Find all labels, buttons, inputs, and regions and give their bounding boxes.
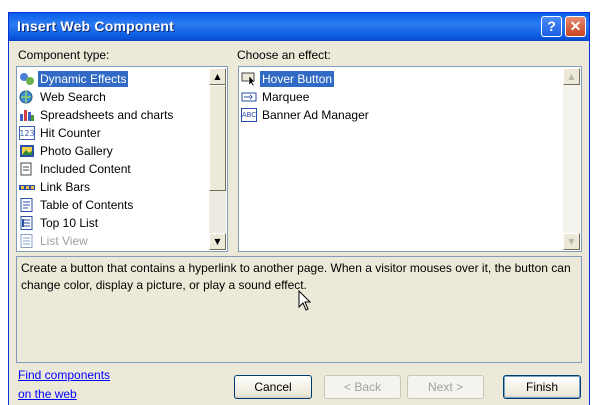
title-bar[interactable]: Insert Web Component ? ✕ [9, 13, 589, 41]
cancel-button[interactable]: Cancel [234, 375, 312, 399]
mouse-pointer-icon [298, 290, 312, 311]
photo-gallery-icon [19, 144, 35, 158]
list-view-icon [19, 234, 35, 248]
insert-web-component-dialog: Insert Web Component ? ✕ Component type:… [8, 12, 590, 405]
window-title: Insert Web Component [17, 18, 174, 34]
link-bars-icon [19, 180, 35, 194]
marquee-icon [241, 90, 257, 104]
next-button[interactable]: Next > [407, 375, 484, 399]
component-item-included-content[interactable]: Included Content [19, 160, 133, 178]
component-item-hit-counter[interactable]: 123 Hit Counter [19, 124, 103, 142]
effect-item-hover-button[interactable]: Hover Button [241, 70, 335, 88]
scroll-up-icon[interactable]: ▲ [209, 68, 226, 85]
component-list-scrollbar[interactable]: ▲ ▼ [209, 68, 226, 250]
on-the-web-link[interactable]: on the web [18, 387, 77, 401]
included-content-icon [19, 162, 35, 176]
globe-search-icon [19, 90, 35, 104]
table-of-contents-icon [19, 198, 35, 212]
top-10-list-icon [19, 216, 35, 230]
banner-ad-icon: ABC [241, 108, 257, 122]
component-item-link-bars[interactable]: Link Bars [19, 178, 92, 196]
help-icon[interactable]: ? [541, 16, 562, 37]
effect-item-banner-ad-manager[interactable]: ABC Banner Ad Manager [241, 106, 371, 124]
effect-list[interactable]: Hover Button Marquee ABC Banner Ad Manag… [238, 66, 582, 252]
component-item-spreadsheets[interactable]: Spreadsheets and charts [19, 106, 175, 124]
component-item-web-search[interactable]: Web Search [19, 88, 108, 106]
effect-label: Choose an effect: [237, 48, 331, 62]
find-components-link[interactable]: Find components [18, 368, 110, 382]
scroll-down-icon: ▼ [563, 233, 580, 250]
component-item-dynamic-effects[interactable]: Dynamic Effects [19, 70, 129, 88]
component-item-top-10-list[interactable]: Top 10 List [19, 214, 100, 232]
component-item-table-of-contents[interactable]: Table of Contents [19, 196, 135, 214]
dynamic-effects-icon [19, 72, 35, 86]
component-item-list-view[interactable]: List View [19, 232, 90, 250]
effect-list-scrollbar: ▲ ▼ [563, 68, 580, 250]
finish-button[interactable]: Finish [503, 375, 581, 399]
hover-button-icon [241, 72, 257, 86]
component-type-list[interactable]: Dynamic Effects Web Search Spreadsheets … [16, 66, 228, 252]
spreadsheet-chart-icon [19, 108, 35, 122]
component-item-photo-gallery[interactable]: Photo Gallery [19, 142, 115, 160]
hit-counter-icon: 123 [19, 126, 35, 140]
back-button[interactable]: < Back [324, 375, 401, 399]
scroll-down-icon[interactable]: ▼ [209, 233, 226, 250]
component-type-label: Component type: [18, 48, 110, 62]
scroll-up-icon: ▲ [563, 68, 580, 85]
scroll-thumb[interactable] [209, 85, 226, 191]
effect-item-marquee[interactable]: Marquee [241, 88, 311, 106]
close-icon[interactable]: ✕ [565, 16, 586, 37]
